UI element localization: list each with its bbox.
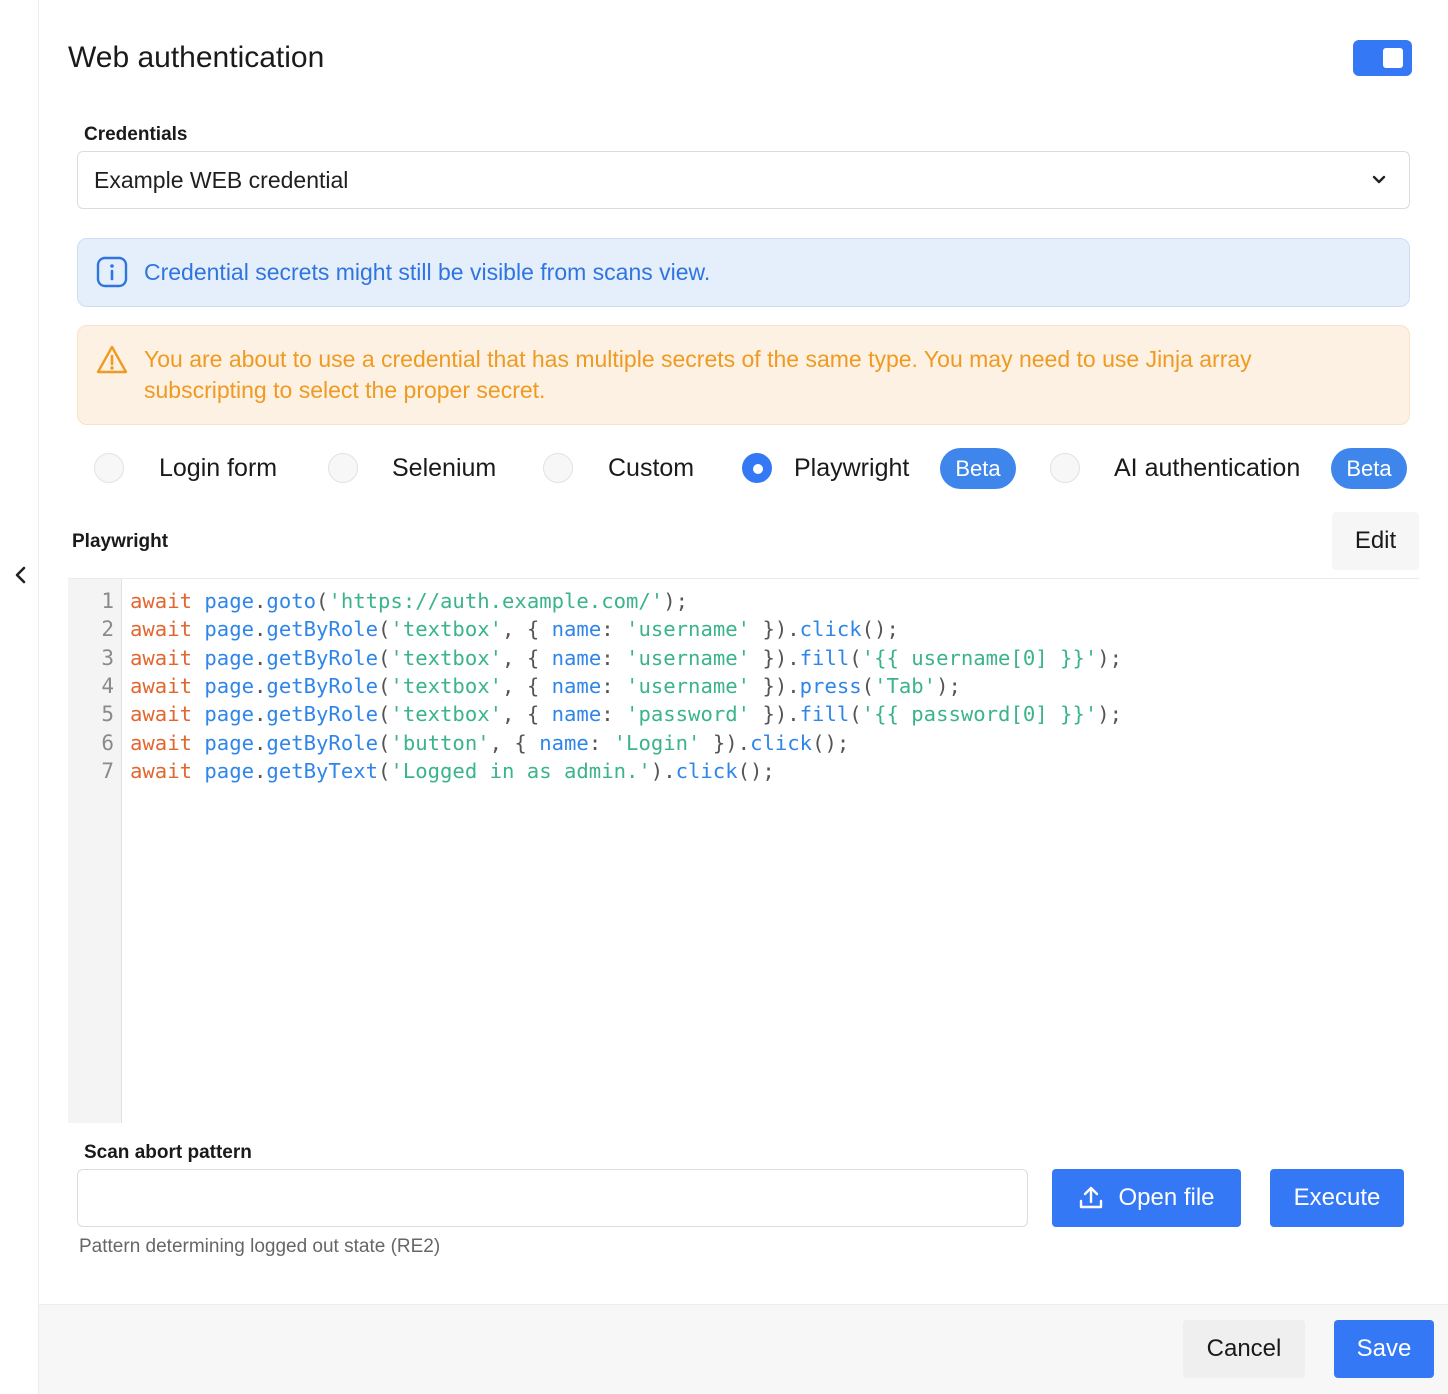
credentials-select[interactable]: Example WEB credential (77, 151, 1410, 209)
line-number: 3 (101, 645, 114, 670)
line-number: 1 (101, 589, 114, 613)
cancel-button[interactable]: Cancel (1183, 1320, 1305, 1378)
credentials-select-value: Example WEB credential (94, 166, 349, 193)
info-alert: Credential secrets might still be visibl… (77, 238, 1410, 307)
radio-label-ai-authentication[interactable]: AI authentication (1114, 452, 1300, 484)
beta-badge-playwright: Beta (940, 448, 1016, 489)
radio-label-playwright[interactable]: Playwright (794, 452, 909, 484)
radio-label-selenium[interactable]: Selenium (392, 452, 496, 484)
upload-icon (1080, 1186, 1103, 1209)
radio-ai-authentication[interactable] (1050, 453, 1080, 483)
code-line: await page.getByRole('textbox', { name: … (130, 617, 899, 642)
code-line: await page.getByRole('textbox', { name: … (130, 702, 1123, 727)
warning-alert: You are about to use a credential that h… (77, 325, 1410, 425)
warning-icon (96, 345, 128, 374)
web-auth-toggle[interactable] (1353, 40, 1412, 76)
chevron-down-icon (1372, 175, 1386, 184)
code-line: await page.getByRole('textbox', { name: … (130, 645, 1123, 670)
radio-selenium[interactable] (328, 453, 358, 483)
radio-playwright[interactable] (742, 453, 772, 483)
info-icon (96, 256, 128, 288)
execute-button[interactable]: Execute (1270, 1169, 1404, 1227)
line-number: 2 (101, 617, 114, 642)
edit-button[interactable]: Edit (1332, 512, 1419, 570)
playwright-label: Playwright (72, 531, 169, 552)
line-number: 5 (101, 702, 114, 727)
credentials-label: Credentials (84, 124, 188, 145)
line-number-gutter: 1 2 3 4 5 6 7 (68, 579, 122, 1123)
scan-abort-label: Scan abort pattern (84, 1142, 252, 1163)
beta-badge-ai-authentication: Beta (1331, 448, 1407, 489)
toggle-knob (1383, 48, 1403, 68)
line-number: 4 (101, 673, 114, 698)
line-number: 7 (101, 758, 114, 783)
code-line: await page.getByRole('textbox', { name: … (130, 673, 961, 698)
chevron-left-icon (15, 566, 26, 584)
scan-abort-pattern-input[interactable] (77, 1169, 1028, 1227)
radio-label-custom[interactable]: Custom (608, 452, 694, 484)
code-line: await page.goto('https://auth.example.co… (130, 589, 689, 613)
open-file-button[interactable]: Open file (1052, 1169, 1241, 1227)
header: Web authentication (68, 40, 1412, 80)
code-editor[interactable]: 1 2 3 4 5 6 7 await page.goto('https://auth.ex… (68, 578, 1419, 1123)
scan-abort-hint: Pattern determining logged out state (RE… (79, 1236, 441, 1257)
radio-label-login-form[interactable]: Login form (159, 452, 277, 484)
code-line: await page.getByRole('button', { name: '… (130, 730, 850, 755)
warning-alert-text: You are about to use a credential that h… (144, 346, 1252, 403)
auth-method-group: Login form Selenium Custom Playwright Be… (94, 448, 1414, 490)
save-button[interactable]: Save (1334, 1320, 1434, 1378)
radio-custom[interactable] (543, 453, 573, 483)
collapse-panel-button[interactable] (10, 562, 32, 588)
line-number: 6 (101, 730, 114, 755)
open-file-label: Open file (1118, 1184, 1215, 1211)
radio-login-form[interactable] (94, 453, 124, 483)
code-line: await page.getByText('Logged in as admin… (130, 758, 775, 783)
info-alert-text: Credential secrets might still be visibl… (144, 259, 711, 285)
left-rail (0, 0, 39, 1394)
page-title: Web authentication (68, 41, 325, 74)
